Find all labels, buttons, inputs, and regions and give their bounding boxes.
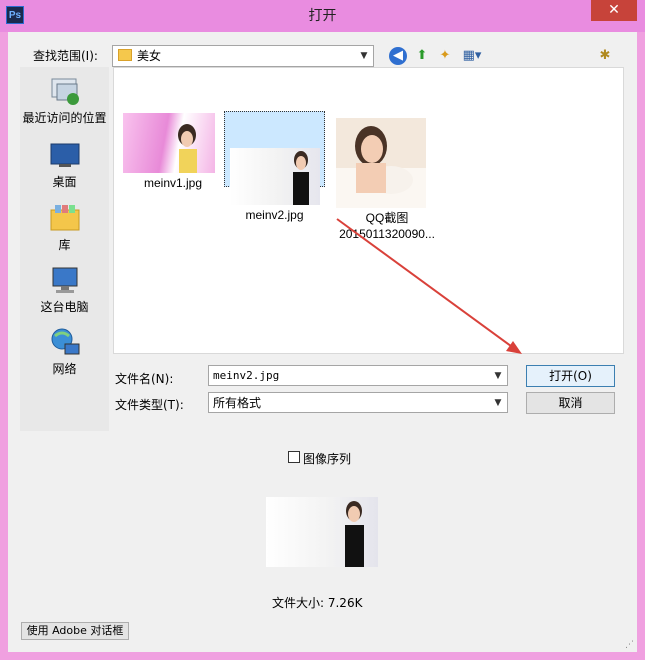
file-list: meinv1.jpg meinv2.jpg QQ截图 2015011320090…: [113, 67, 624, 354]
cancel-button[interactable]: 取消: [526, 392, 615, 414]
file-item-qq-screenshot[interactable]: QQ截图 2015011320090...: [332, 113, 442, 241]
place-label: 库: [58, 238, 71, 252]
place-label: 最近访问的位置: [22, 111, 107, 125]
image-sequence-checkbox[interactable]: [288, 451, 300, 463]
up-folder-icon[interactable]: ⬆: [413, 47, 431, 65]
thumbnail: [230, 148, 320, 205]
lookin-value: 美女: [137, 49, 162, 63]
view-menu-icon[interactable]: ▦▾: [459, 47, 485, 65]
dialog-body: 查找范围(I): 美女 ▼ ◀ ⬆ ✦ ▦▾ ✱ 最近访问的位置 桌面 库 这台…: [8, 32, 637, 652]
thumbnail: [123, 113, 215, 173]
folder-icon: [118, 49, 132, 61]
chevron-down-icon[interactable]: ▼: [491, 368, 505, 384]
use-adobe-dialog-button[interactable]: 使用 Adobe 对话框: [21, 622, 129, 640]
desktop-icon: [49, 139, 81, 171]
lookin-dropdown[interactable]: 美女 ▼: [112, 45, 374, 67]
file-size-label: 文件大小: 7.26K: [272, 596, 363, 610]
place-label: 桌面: [52, 175, 77, 189]
filename-label: 文件名(N):: [115, 372, 174, 386]
file-name-line1: QQ截图: [365, 211, 409, 225]
filetype-label: 文件类型(T):: [115, 398, 184, 412]
thumbnail: [336, 118, 426, 208]
place-label: 这台电脑: [40, 300, 89, 314]
places-bar: 最近访问的位置 桌面 库 这台电脑 网络: [20, 67, 109, 431]
favorite-folder-icon[interactable]: ✱: [596, 47, 614, 65]
network-icon: [49, 326, 81, 358]
place-desktop[interactable]: 桌面: [20, 139, 109, 190]
resize-grip-icon[interactable]: ⋰: [625, 640, 635, 650]
chevron-down-icon: ▼: [494, 398, 502, 408]
libraries-icon: [49, 202, 81, 234]
file-name: meinv1.jpg: [143, 176, 203, 190]
image-sequence-label: 图像序列: [303, 452, 352, 466]
open-button[interactable]: 打开(O): [526, 365, 615, 387]
place-this-pc[interactable]: 这台电脑: [20, 264, 109, 315]
file-item-meinv2[interactable]: meinv2.jpg: [224, 111, 325, 222]
file-name: meinv2.jpg: [245, 208, 304, 222]
computer-icon: [49, 264, 81, 296]
window-title: 打开: [308, 8, 337, 24]
back-icon[interactable]: ◀: [389, 47, 407, 65]
place-libraries[interactable]: 库: [20, 202, 109, 253]
recent-places-icon: [49, 75, 81, 107]
new-folder-icon[interactable]: ✦: [436, 47, 454, 65]
preview-image: [266, 497, 378, 567]
file-name-line2: 2015011320090...: [339, 227, 435, 241]
place-recent[interactable]: 最近访问的位置: [20, 75, 109, 126]
filetype-value: 所有格式: [213, 396, 262, 410]
place-network[interactable]: 网络: [20, 326, 109, 377]
chevron-down-icon: ▼: [360, 51, 368, 61]
filename-input[interactable]: meinv2.jpg ▼: [208, 365, 508, 386]
lookin-label: 查找范围(I):: [33, 49, 98, 63]
file-item-meinv1[interactable]: meinv1.jpg: [118, 113, 228, 193]
close-button[interactable]: ✕: [591, 0, 637, 21]
filename-value: meinv2.jpg: [213, 369, 280, 382]
place-label: 网络: [52, 362, 77, 376]
filetype-dropdown[interactable]: 所有格式 ▼: [208, 392, 508, 413]
